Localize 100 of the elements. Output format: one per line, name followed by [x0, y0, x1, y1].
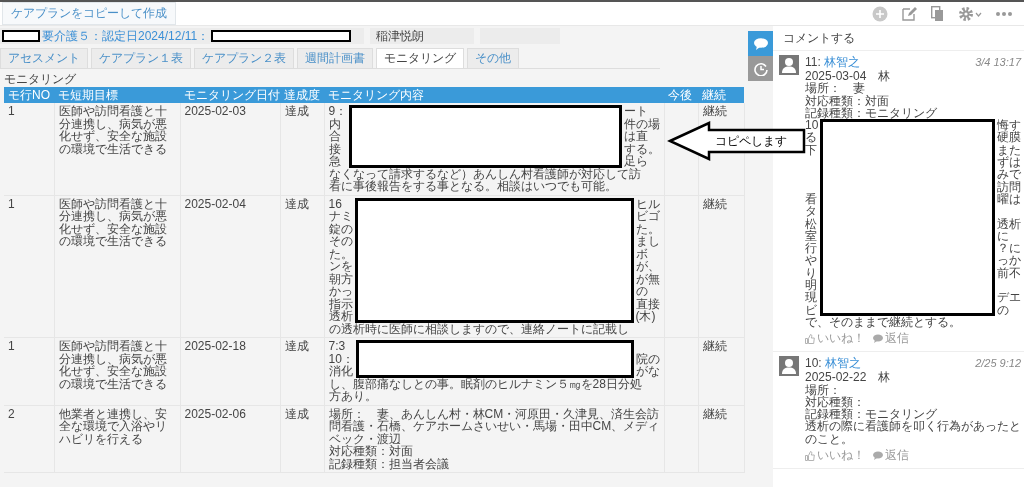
- text-fragment: 急: [328, 154, 341, 168]
- text-fragment: 7:3: [328, 339, 346, 353]
- comment-text: 対応種類：対面: [805, 94, 890, 107]
- comment-text: 2025-03-04 林: [805, 70, 892, 83]
- table-cell: 継続: [698, 337, 744, 405]
- text-fragment: が無: [635, 271, 660, 286]
- copy-icon[interactable]: [931, 5, 944, 22]
- text-fragment: 9：: [328, 104, 348, 118]
- text-fragment: ート: [623, 104, 648, 118]
- text-fragment: に: [997, 228, 1009, 243]
- text-fragment: ずは: [997, 155, 1021, 170]
- tab[interactable]: モニタリング: [376, 48, 464, 68]
- comment-text: 対応種類：: [805, 395, 866, 409]
- text-fragment: 消化: [328, 364, 353, 378]
- text-fragment: 下: [805, 142, 817, 157]
- text-fragment: 10: [805, 118, 819, 133]
- text-fragment: 錠の: [328, 221, 353, 236]
- text-fragment: 16: [328, 196, 342, 211]
- text-fragment: 内: [328, 116, 341, 131]
- text-fragment: がな: [635, 364, 660, 378]
- tab[interactable]: ケアプラン２表: [194, 48, 294, 68]
- table-cell: 継続: [698, 195, 744, 338]
- tab[interactable]: 週間計画書: [297, 48, 373, 68]
- care-level-link[interactable]: 要介護５：認定日2024/12/11：: [42, 27, 210, 45]
- monitoring-text: 看に事後報告をする事となる。相談はいつでも可能。: [328, 180, 617, 193]
- text-fragment: の: [635, 284, 648, 298]
- monitoring-text: なくなって請求するなど）あんしん村看護師が対応して訪: [328, 167, 641, 180]
- settings-icon[interactable]: [958, 5, 982, 22]
- table-cell: 医師や訪問看護と十分連携し、病気が悪化せず、安全な施設の環境で生活できる: [54, 195, 180, 338]
- text-fragment: 透析: [328, 309, 353, 323]
- text-fragment: や: [805, 253, 817, 268]
- table-cell: 2025-02-06: [180, 405, 280, 473]
- monitoring-text: 方あり。: [328, 390, 377, 403]
- clock-icon: [753, 61, 768, 76]
- comment-text: で、そのままで継続とする。: [805, 315, 962, 329]
- text-fragment: 訪問: [997, 179, 1021, 194]
- monitoring-text: 場所： 妻、あんしん村・林CM・河原田・久津見、済生会訪問看護・石橋、ケアホームさいせい・馬場・田中CM、メディベック・渡辺: [328, 407, 660, 445]
- comment-tab-button[interactable]: [748, 31, 773, 56]
- text-fragment: 直接: [635, 296, 660, 311]
- speech-bubble-icon: [753, 37, 768, 50]
- text-fragment: の: [997, 302, 1009, 317]
- tab[interactable]: ケアプラン１表: [91, 48, 191, 68]
- author-link[interactable]: 林智之: [823, 55, 860, 69]
- speech-bubble-icon: [873, 334, 883, 344]
- tab[interactable]: その他: [467, 48, 519, 68]
- history-tab-button[interactable]: [748, 56, 773, 81]
- table-cell: 2025-02-04: [180, 195, 280, 338]
- text-fragment: 合: [328, 129, 341, 143]
- text-fragment: また: [997, 142, 1021, 157]
- text-fragment: り: [805, 265, 817, 280]
- edit-icon[interactable]: [902, 6, 917, 21]
- text-fragment: 行: [805, 241, 817, 256]
- tab[interactable]: アセスメント: [0, 48, 88, 68]
- text-fragment: 足ら: [623, 154, 648, 168]
- text-fragment: する。: [623, 141, 660, 156]
- reply-button[interactable]: 返信: [873, 330, 909, 348]
- column-header: モ行NO: [4, 87, 54, 103]
- table-cell: 達成: [280, 103, 324, 195]
- table-cell: 継続: [698, 405, 744, 473]
- table-cell: 2025-02-03: [180, 103, 280, 195]
- author-link[interactable]: 林智之: [824, 356, 861, 371]
- thumbs-up-icon: [805, 333, 815, 344]
- comment-number: 10:: [805, 356, 822, 371]
- comment-text: 場所： 妻: [805, 82, 865, 95]
- redaction-box: [2, 30, 40, 42]
- add-icon[interactable]: [872, 5, 888, 22]
- text-fragment: ビ: [805, 302, 817, 317]
- text-fragment: ？に: [997, 241, 1021, 256]
- more-icon[interactable]: [996, 11, 1012, 16]
- avatar-icon: [779, 356, 799, 377]
- like-button[interactable]: いいね！: [805, 330, 865, 348]
- text-fragment: 透析: [997, 216, 1021, 231]
- comment-text: 記録種類：モニタリング: [805, 106, 938, 120]
- text-fragment: 前不: [997, 265, 1021, 280]
- column-header: 今後: [664, 87, 698, 103]
- text-fragment: た。: [635, 221, 660, 236]
- comment-input[interactable]: コメントする: [773, 26, 1024, 51]
- column-header: モ短期目標: [54, 87, 180, 103]
- text-fragment: ンを: [328, 259, 353, 273]
- text-fragment: かっ: [328, 284, 353, 298]
- column-header: 達成度: [280, 87, 324, 103]
- copy-plan-button[interactable]: ケアプランをコピーして作成: [2, 2, 176, 25]
- table-cell: 達成: [280, 337, 324, 405]
- text-fragment: ナミ: [328, 209, 353, 223]
- text-fragment: 看: [805, 191, 817, 206]
- text-fragment: 現: [805, 290, 817, 305]
- text-fragment: ビゴ: [635, 209, 660, 223]
- like-button[interactable]: いいね！: [805, 447, 865, 464]
- text-fragment: ボ: [635, 246, 648, 261]
- comment-text: 場所：: [805, 383, 841, 396]
- text-fragment: 件の場: [623, 116, 660, 131]
- text-fragment: 10：: [328, 351, 354, 366]
- staff-name: 稲津悦朗: [370, 28, 474, 44]
- speech-bubble-icon: [873, 451, 883, 460]
- comment-time: 3/4 13:17: [975, 55, 1021, 69]
- monitoring-text: し、腹部痛なしとの事。眠剤のヒルナミン５㎎を28日分処: [328, 377, 642, 390]
- text-fragment: ヒル: [635, 196, 660, 211]
- reply-button[interactable]: 返信: [873, 447, 909, 464]
- table-cell: 達成: [280, 195, 324, 338]
- comment-text: 透析の際に看護師を叩く行為があったとのこと。: [805, 420, 1021, 445]
